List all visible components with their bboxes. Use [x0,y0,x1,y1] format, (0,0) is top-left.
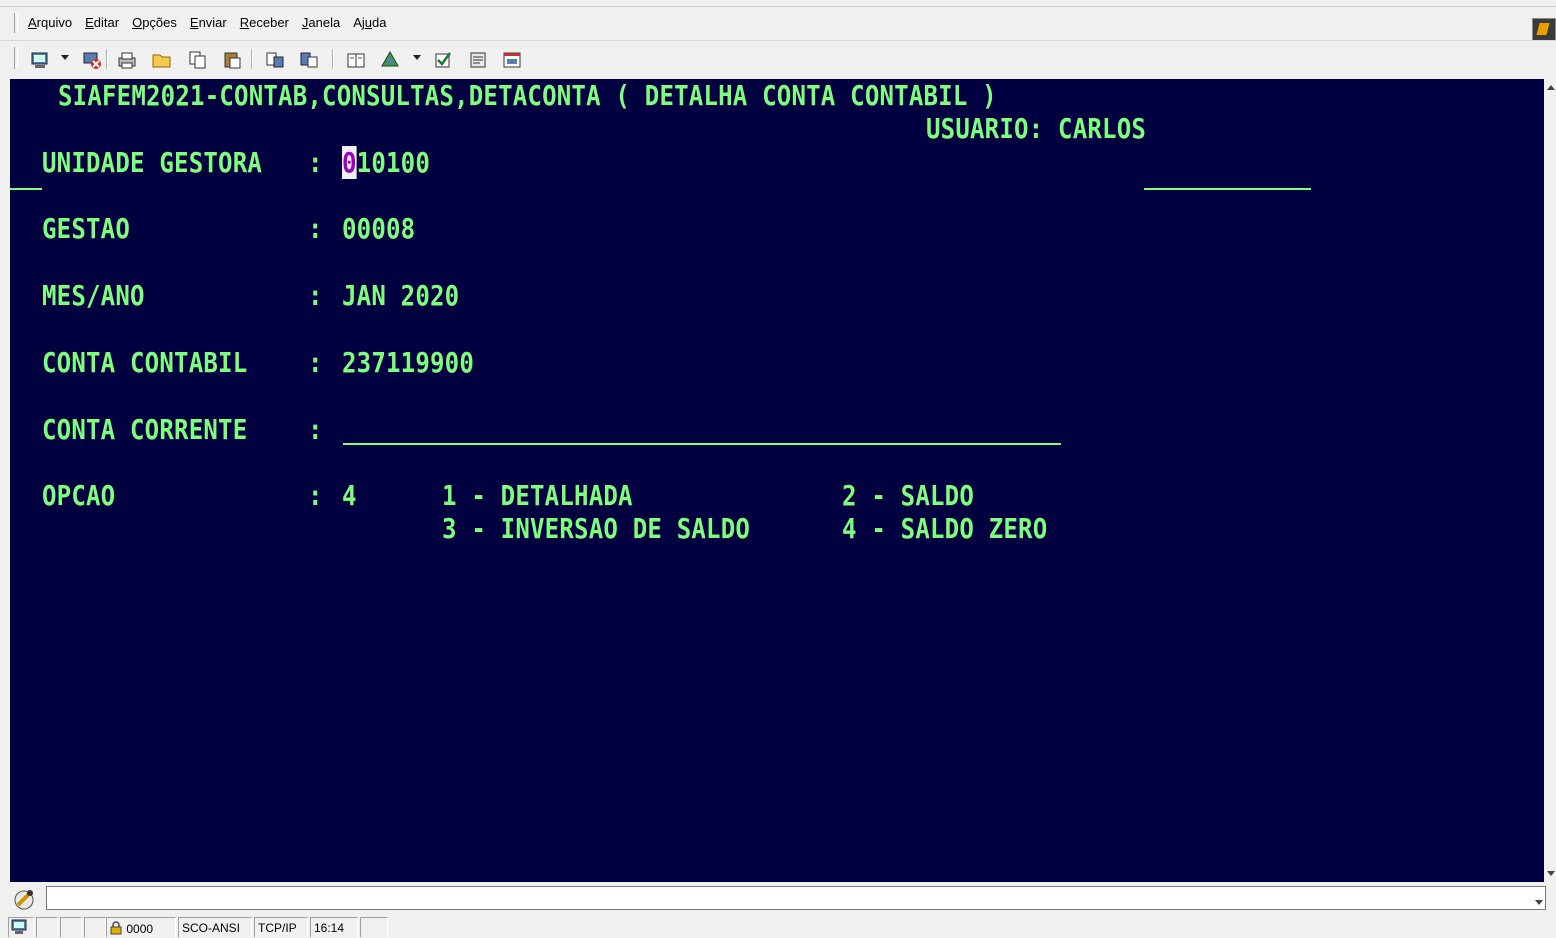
toolbar [0,40,1556,77]
send-file-icon[interactable] [263,48,285,70]
session-icon-cell [8,917,34,937]
lock-icon [110,921,122,935]
field-colon: : [308,413,323,446]
field-label-unidade-gestora: UNIDADE GESTORA [42,146,263,179]
status-bar: 0000 SCO-ANSI TCP/IP 16:14 [0,915,1556,937]
disconnect-icon[interactable] [80,48,102,70]
conta-contabil-input[interactable]: 237119900 [342,346,474,379]
book-icon[interactable] [344,48,366,70]
field-label-opcao: OPCAO [42,479,116,512]
command-dropdown-icon[interactable] [1535,900,1543,905]
scroll-down-icon[interactable] [1547,871,1555,876]
terminal-dropdown-icon[interactable] [61,55,69,60]
clock: 16:14 [310,917,358,937]
cursor-position: 0000 [126,922,154,936]
status-cell-empty [36,917,58,937]
network-dropdown-icon[interactable] [413,55,421,60]
menu-enviar[interactable]: Enviar [190,15,227,30]
toolbar-separator [251,49,253,69]
menu-grip[interactable] [14,13,18,33]
toolbar-separator [332,49,334,69]
gestao-input[interactable]: 00008 [342,212,415,245]
option-detalhada: 1 - DETALHADA [442,479,633,512]
status-cell-empty [84,917,106,937]
receive-file-icon[interactable] [297,48,319,70]
field-colon: : [308,212,323,245]
app-logo-icon [1532,18,1556,42]
properties-icon[interactable] [466,48,488,70]
field-colon: : [308,346,323,379]
terminal-screen[interactable]: SIAFEM2021-CONTAB,CONSULTAS,DETACONTA ( … [10,79,1544,882]
text-cursor: 0 [342,146,357,179]
network-icon[interactable] [378,48,400,70]
usuario-value: CARLOS [1058,112,1147,145]
field-label-mes-ano: MES/ANO [42,279,145,312]
field-colon: : [308,279,323,312]
mes-ano-input[interactable]: JAN 2020 [342,279,459,312]
option-saldo-zero: 4 - SALDO ZERO [842,512,1048,545]
header-underline-left [10,188,42,190]
option-inversao-de-saldo: 3 - INVERSAO DE SALDO [442,512,751,545]
opcao-input[interactable]: 4 [342,479,357,512]
menu-janela[interactable]: Janela [302,15,340,30]
field-label-conta-corrente: CONTA CORRENTE [42,413,248,446]
print-icon[interactable] [115,48,137,70]
copy-icon[interactable] [186,48,208,70]
screen-header: SIAFEM2021-CONTAB,CONSULTAS,DETACONTA ( … [58,79,997,112]
vertical-scrollbar[interactable] [1544,79,1556,882]
paste-icon[interactable] [220,48,242,70]
menu-ajuda[interactable]: Ajuda [353,15,386,30]
command-bar [0,883,1556,915]
conta-corrente-input[interactable] [343,443,1061,445]
open-folder-icon[interactable] [150,48,172,70]
field-colon: : [308,479,323,512]
menu-items: Arquivo Editar Opções Enviar Receber Jan… [28,15,386,30]
usuario-label: USUARIO: [926,112,1044,145]
menu-editar[interactable]: Editar [85,15,119,30]
field-label-gestao: GESTAO [42,212,131,245]
terminal-icon[interactable] [28,48,50,70]
menu-arquivo[interactable]: Arquivo [28,15,72,30]
protocol: TCP/IP [254,917,308,937]
status-cell-empty [360,917,388,937]
macro-icon[interactable] [12,887,38,911]
terminal-type: SCO-ANSI [178,917,252,937]
usuario-line: USUARIO: CARLOS [926,112,1146,145]
menu-receber[interactable]: Receber [240,15,289,30]
field-label-conta-contabil: CONTA CONTABIL [42,346,248,379]
command-input[interactable] [46,886,1546,910]
cursor-position-cell: 0000 [106,917,176,937]
field-colon: : [308,146,323,179]
toolbar-separator [106,49,108,69]
session-icon [11,919,27,934]
check-icon[interactable] [431,48,453,70]
status-cell-empty [60,917,82,937]
header-underline-right [1144,188,1311,190]
menu-bar: Arquivo Editar Opções Enviar Receber Jan… [0,6,1556,42]
toolbar-grip[interactable] [14,47,18,69]
menu-opcoes[interactable]: Opções [132,15,177,30]
option-saldo: 2 - SALDO [842,479,975,512]
unidade-gestora-input[interactable]: 010100 [342,146,430,179]
screen-icon[interactable] [500,48,522,70]
scroll-up-icon[interactable] [1547,85,1555,90]
unidade-gestora-value: 10100 [356,146,431,179]
